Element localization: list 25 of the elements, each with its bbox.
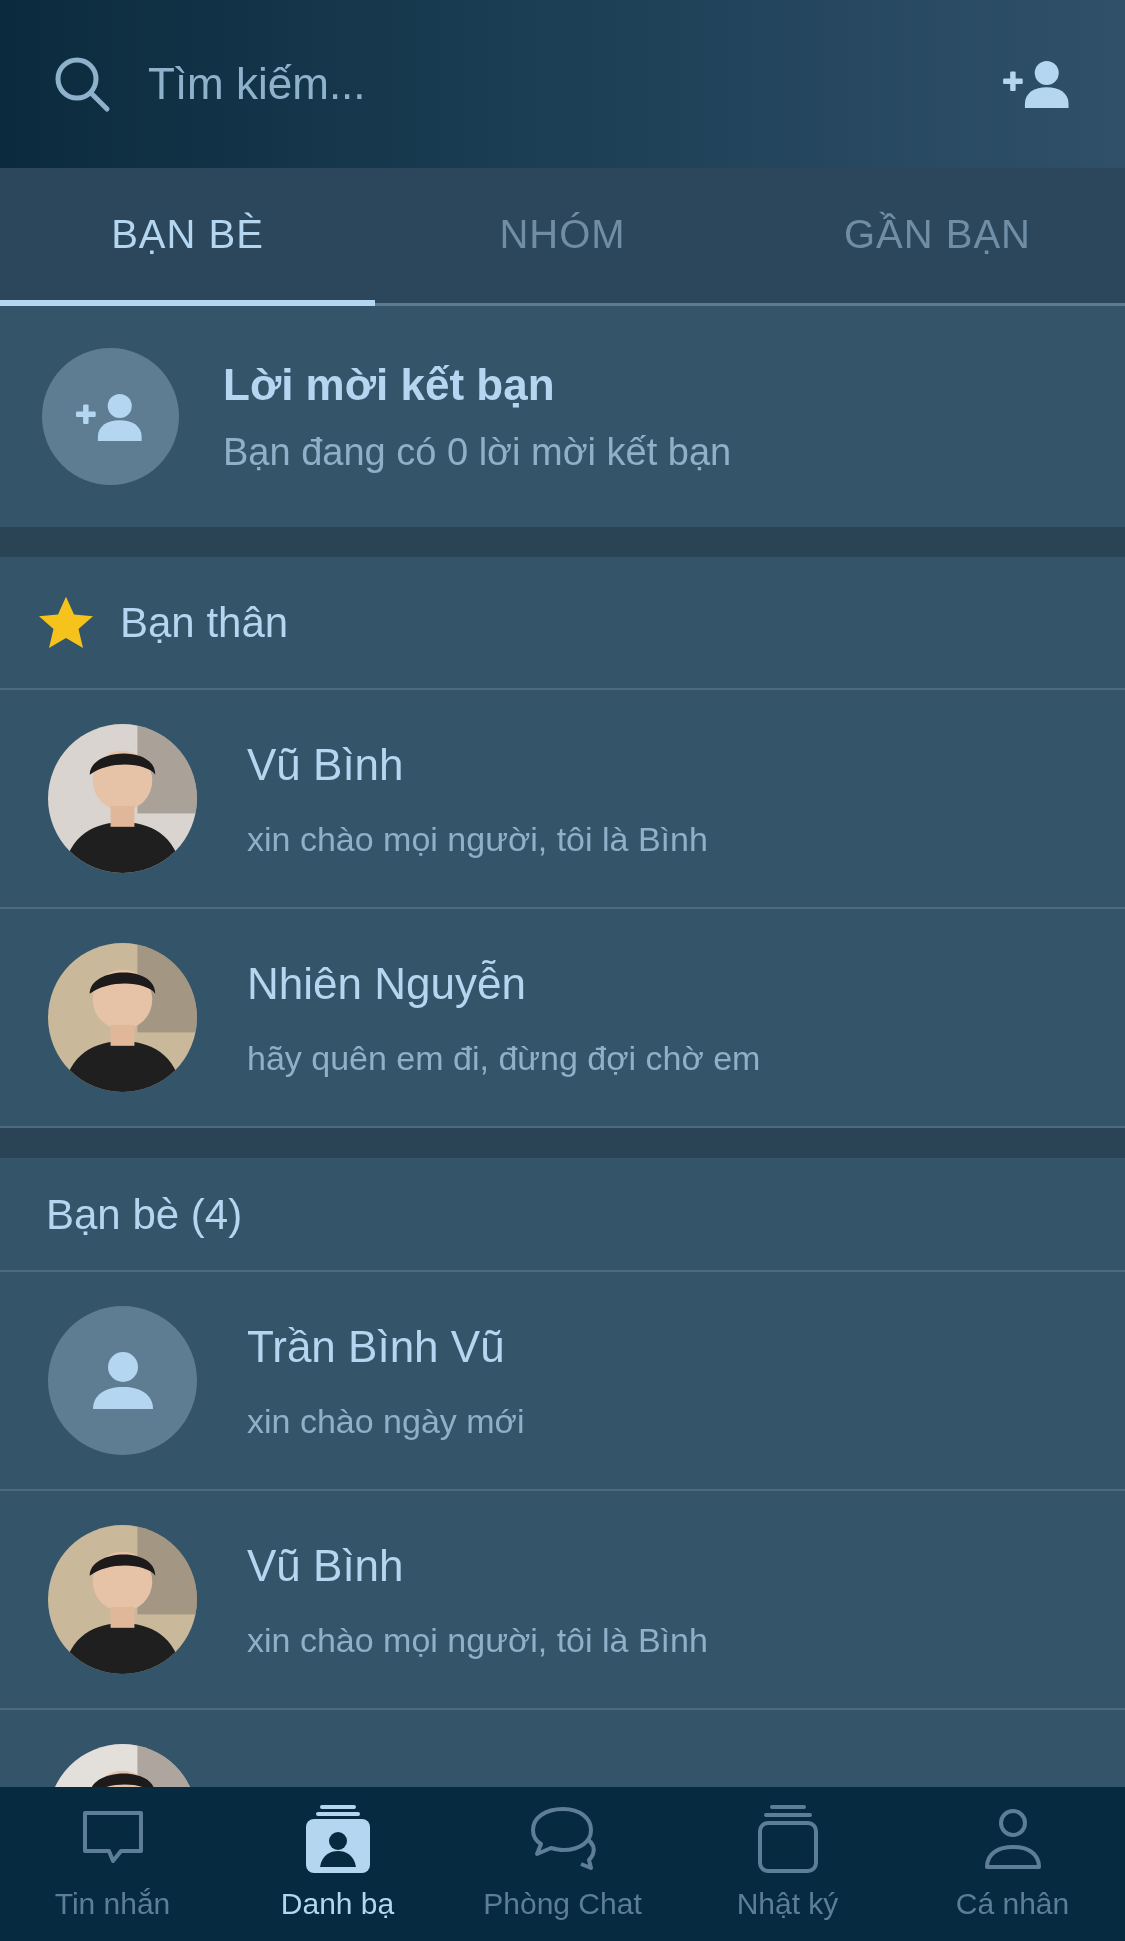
contact-row[interactable]: Nhiên Nguyễn hãy quên em đi, đừng đợi chờ em xyxy=(0,909,1125,1128)
contact-name: Trần Bình Vũ xyxy=(247,1321,506,1373)
contact-status: xin chào mọi người, tôi là Bình xyxy=(247,819,708,860)
friend-requests-title: Lời mời kết bạn xyxy=(223,359,556,411)
section-title: Bạn thân xyxy=(120,598,289,648)
search-bar[interactable]: Tìm kiếm... xyxy=(0,0,1125,168)
friend-requests-count: Bạn đang có 0 lời mời kết bạn xyxy=(223,430,732,475)
contact-status: xin chào mọi người, tôi là Bình xyxy=(247,1620,708,1661)
search-field[interactable]: Tìm kiếm... xyxy=(148,51,967,117)
nav-tab[interactable]: Danh bạ xyxy=(225,1787,450,1941)
nav-tab[interactable]: Cá nhân xyxy=(900,1787,1125,1941)
tab[interactable]: GẦN BẠN xyxy=(750,168,1125,306)
contact-row[interactable]: Vũ Bình xin chào mọi người, tôi là Bình xyxy=(0,1491,1125,1710)
contact-name: Vũ Bình xyxy=(247,739,405,791)
contact-status: hãy quên em đi, đừng đợi chờ em xyxy=(247,1038,761,1079)
contact-status: xin chào ngày mới xyxy=(247,1401,525,1442)
contact-row[interactable]: Vũ Bình xin chào mọi người, tôi là Bình xyxy=(0,690,1125,909)
nav-tab[interactable]: Phòng Chat xyxy=(450,1787,675,1941)
contact-name: Vũ Bình xyxy=(247,1540,405,1592)
tab[interactable]: NHÓM xyxy=(375,168,750,306)
nav-tab[interactable]: Nhật ký xyxy=(675,1787,900,1941)
section-title: Bạn bè (4) xyxy=(46,1189,243,1240)
contact-name: Nhiên Nguyễn xyxy=(247,958,527,1010)
contact-row[interactable]: Trần Bình Vũ xin chào ngày mới xyxy=(0,1272,1125,1491)
nav-tab[interactable]: Tin nhắn xyxy=(0,1787,225,1941)
